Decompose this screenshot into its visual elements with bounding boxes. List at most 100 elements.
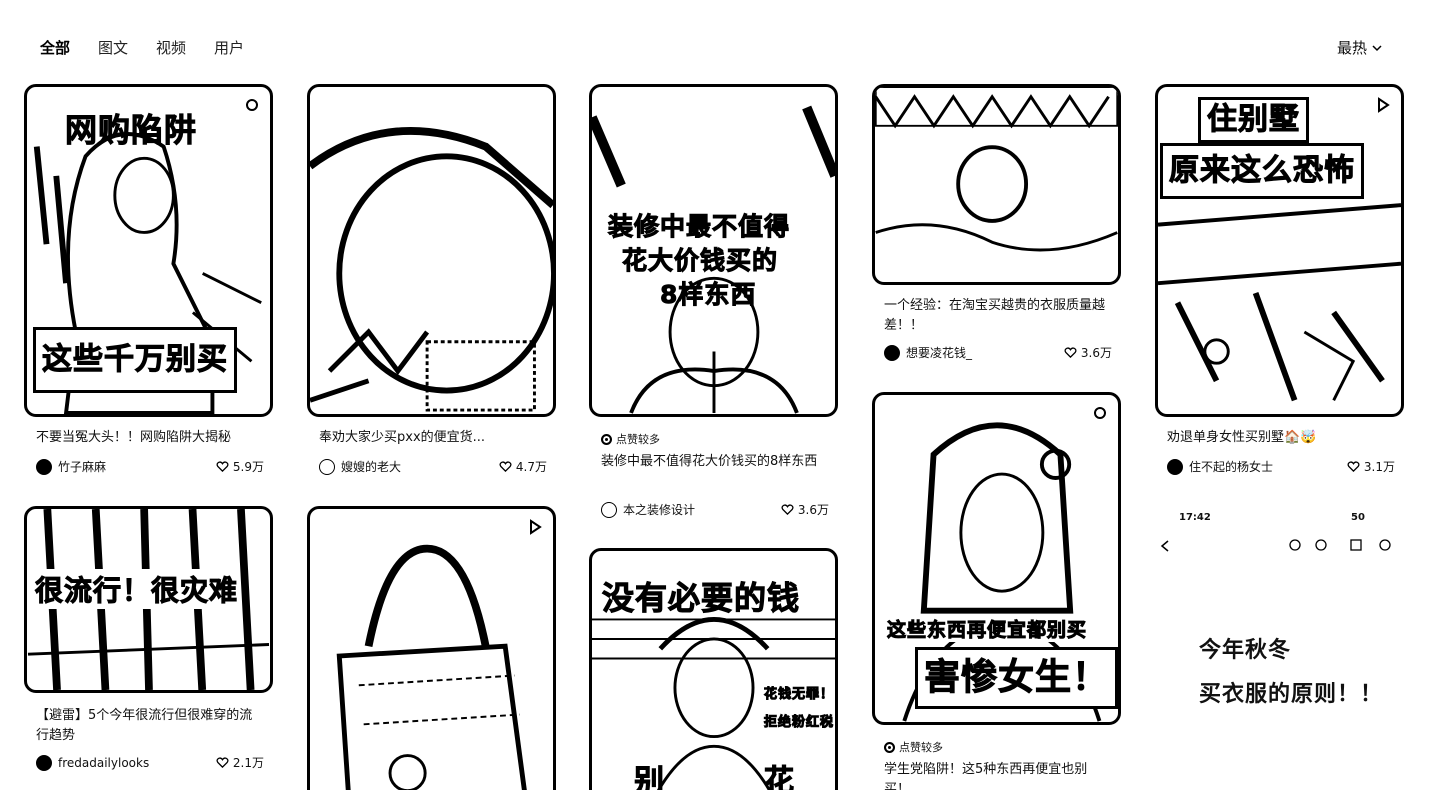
note-card[interactable]: 这些东西再便宜都别买 害惨女生！ 点赞较多 学生党陷阱！这5种东西再便宜也别买！ (872, 392, 1121, 790)
like-button[interactable]: 4.7万 (499, 458, 547, 475)
tab-video[interactable]: 视频 (156, 38, 186, 58)
badge-label: 点赞较多 (616, 433, 660, 446)
like-count: 4.7万 (515, 460, 547, 474)
cover-overlay-line1: 这些东西再便宜都别买 (886, 615, 1088, 642)
card-cover-image[interactable]: 住别墅 原来这么恐怖 (1155, 84, 1404, 417)
cover-overlay-line2: 原来这么恐怖 (1160, 143, 1364, 199)
card-meta: 嫂嫂的老大 4.7万 (319, 458, 547, 475)
cover-overlay-side1: 花钱无罪！ (763, 683, 835, 703)
card-title[interactable]: 一个经验：在淘宝买越贵的衣服质量越差！！ (884, 296, 1112, 336)
note-card[interactable]: 17:42 50 今年秋冬 买衣服的原则！！ (1155, 506, 1404, 790)
cover-text-line1: 今年秋冬 (1199, 638, 1292, 663)
cover-overlay-top: 没有必要的钱 (601, 579, 801, 618)
avatar (319, 458, 335, 475)
cover-overlay-bottom: 这些千万别买 (33, 327, 237, 393)
card-author[interactable]: 本之装修设计 (601, 501, 695, 518)
video-icon (1378, 97, 1390, 113)
card-author[interactable]: 嫂嫂的老大 (319, 458, 401, 475)
note-card[interactable]: 网购陷阱 这些千万别买 不要当冤大头！！网购陷阱大揭秘 竹子麻麻 5.9万 (24, 84, 273, 484)
author-name: 竹子麻麻 (58, 460, 107, 474)
card-meta: fredadailylooks 2.1万 (36, 754, 264, 771)
like-count: 5.9万 (232, 460, 264, 474)
card-author[interactable]: 竹子麻麻 (36, 458, 106, 475)
cover-overlay-line2: 害惨女生！ (915, 647, 1118, 709)
note-card[interactable]: 住别墅 原来这么恐怖 劝退单身女性买别墅🏠🤯 住不起的杨女士 3.1万 (1155, 84, 1404, 484)
sort-label: 最热 (1337, 39, 1368, 57)
author-name: 住不起的杨女士 (1189, 460, 1274, 474)
like-count: 2.1万 (232, 756, 264, 770)
tab-users[interactable]: 用户 (214, 38, 244, 58)
note-card[interactable]: 没有必要的钱 花钱无罪！ 拒绝粉红税！ 别 花 (589, 548, 838, 790)
card-cover-image[interactable]: 这些东西再便宜都别买 害惨女生！ (872, 392, 1121, 725)
like-button[interactable]: 3.6万 (781, 501, 829, 518)
card-title[interactable]: 奉劝大家少买pxx的便宜货... (319, 428, 547, 448)
card-cover-image[interactable]: 没有必要的钱 花钱无罪！ 拒绝粉红税！ 别 花 (589, 548, 838, 790)
cover-overlay-top: 网购陷阱 (64, 111, 198, 150)
avatar (1167, 458, 1183, 475)
card-cover-image[interactable] (872, 84, 1121, 285)
card-cover-image[interactable]: 17:42 50 今年秋冬 买衣服的原则！！ (1155, 506, 1404, 790)
card-cover-image[interactable] (307, 84, 556, 417)
like-count: 3.1万 (1363, 460, 1395, 474)
cover-illustration (875, 87, 1118, 252)
heart-icon (781, 504, 794, 516)
card-cover-image[interactable] (307, 506, 556, 790)
card-author[interactable]: 想要凌花钱_ (884, 344, 972, 361)
card-title[interactable]: 学生党陷阱！这5种东西再便宜也别买！ (884, 760, 1112, 790)
heart-icon (216, 461, 229, 473)
video-icon (1094, 407, 1106, 419)
badge-icon (601, 433, 612, 445)
note-card[interactable] (307, 506, 556, 790)
like-button[interactable]: 3.6万 (1064, 344, 1112, 361)
avatar (36, 754, 52, 771)
card-author[interactable]: fredadailylooks (36, 754, 150, 771)
cover-overlay-line1: 装修中最不值得 (607, 212, 791, 242)
author-name: 本之装修设计 (623, 503, 696, 517)
chevron-down-icon (1372, 45, 1382, 52)
avatar (36, 458, 52, 475)
sort-dropdown[interactable]: 最热 (1337, 38, 1383, 58)
author-name: 想要凌花钱_ (906, 346, 973, 360)
card-title[interactable]: 【避雷】5个今年很流行但很难穿的流行趋势 (36, 706, 264, 746)
card-cover-image[interactable]: 装修中最不值得 花大价钱买的 8样东西 (589, 84, 838, 417)
phone-status-time: 17:42 (1179, 512, 1211, 523)
tab-image-text[interactable]: 图文 (98, 38, 128, 58)
video-icon (246, 99, 258, 111)
like-count: 3.6万 (1080, 346, 1112, 360)
avatar (884, 344, 900, 361)
card-title[interactable]: 装修中最不值得花大价钱买的8样东西 (601, 452, 829, 492)
card-meta: 住不起的杨女士 3.1万 (1167, 458, 1395, 475)
card-title[interactable]: 不要当冤大头！！网购陷阱大揭秘 (36, 428, 264, 448)
cover-illustration (310, 127, 553, 412)
card-cover-image[interactable]: 很流行！很灾难 (24, 506, 273, 693)
note-card[interactable]: 一个经验：在淘宝买越贵的衣服质量越差！！ 想要凌花钱_ 3.6万 (872, 84, 1121, 374)
note-card[interactable]: 奉劝大家少买pxx的便宜货... 嫂嫂的老大 4.7万 (307, 84, 556, 484)
author-name: 嫂嫂的老大 (341, 460, 402, 474)
heart-icon (1064, 347, 1077, 359)
card-title[interactable]: 劝退单身女性买别墅🏠🤯 (1167, 428, 1395, 448)
card-author[interactable]: 住不起的杨女士 (1167, 458, 1273, 475)
toolbar-icons (1289, 539, 1391, 551)
avatar (601, 501, 617, 518)
cover-overlay-line1: 住别墅 (1198, 97, 1309, 143)
cover-overlay-side2: 拒绝粉红税！ (763, 711, 835, 731)
badge-label: 点赞较多 (899, 741, 943, 754)
card-meta: 本之装修设计 3.6万 (601, 501, 829, 518)
cover-illustration (336, 544, 527, 790)
heart-icon (1347, 461, 1360, 473)
badge-icon (884, 741, 895, 753)
author-name: fredadailylooks (58, 755, 150, 770)
card-cover-image[interactable]: 网购陷阱 这些千万别买 (24, 84, 273, 417)
note-card[interactable]: 装修中最不值得 花大价钱买的 8样东西 点赞较多 装修中最不值得花大价钱买的8样… (589, 84, 838, 524)
card-badge: 点赞较多 (884, 739, 943, 755)
like-button[interactable]: 3.1万 (1347, 458, 1395, 475)
phone-status-signal: 50 (1351, 512, 1365, 523)
cover-text-line2: 买衣服的原则！！ (1199, 682, 1384, 707)
like-button[interactable]: 2.1万 (216, 754, 264, 771)
card-meta: 想要凌花钱_ 3.6万 (884, 344, 1112, 361)
note-card[interactable]: 很流行！很灾难 【避雷】5个今年很流行但很难穿的流行趋势 fredadailyl… (24, 506, 273, 790)
back-icon (1160, 540, 1169, 552)
like-button[interactable]: 5.9万 (216, 458, 264, 475)
tab-all[interactable]: 全部 (40, 38, 70, 58)
cover-overlay-line3: 8样东西 (659, 280, 757, 310)
